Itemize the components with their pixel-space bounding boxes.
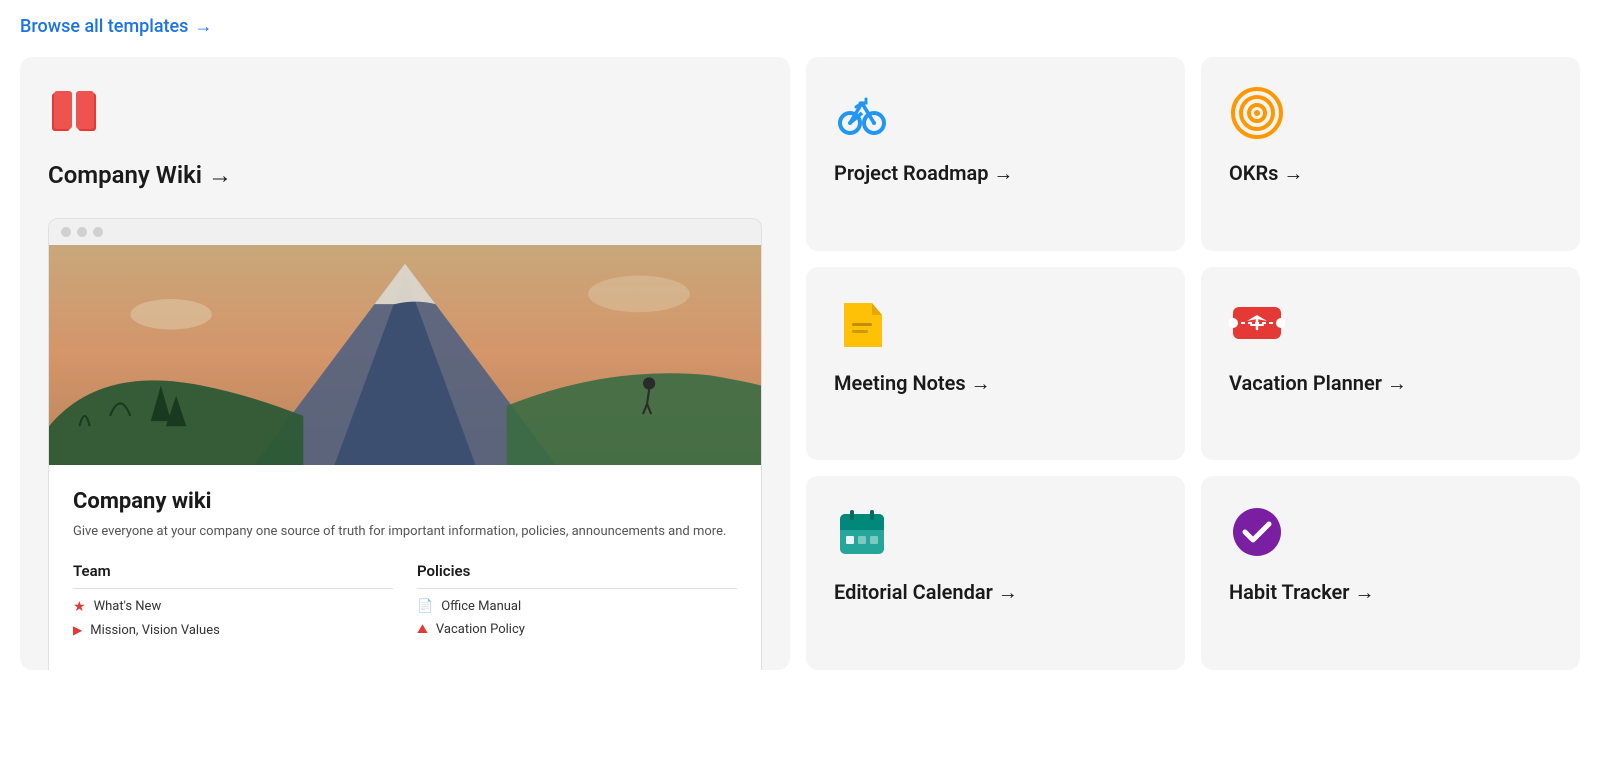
editorial-calendar-title: Editorial Calendar → (834, 580, 1157, 605)
check-circle-icon (1229, 504, 1285, 560)
habit-tracker-title: Habit Tracker → (1229, 580, 1552, 605)
plane-icon (1229, 295, 1285, 351)
dot-yellow (77, 227, 87, 237)
browser-preview: Company wiki Give everyone at your compa… (48, 218, 762, 670)
vacation-policy-item: ⛰ Vacation Policy (417, 622, 737, 637)
browse-all-templates-link[interactable]: Browse all templates → (20, 16, 212, 37)
notes-icon (834, 295, 890, 351)
office-manual-item: 📄 Office Manual (417, 599, 737, 614)
meeting-notes-card[interactable]: Meeting Notes → (806, 267, 1185, 461)
editorial-calendar-card[interactable]: Editorial Calendar → (806, 476, 1185, 670)
mission-text: Mission, Vision Values (90, 623, 220, 638)
vacation-planner-card[interactable]: Vacation Planner → (1201, 267, 1580, 461)
preview-doc-title: Company wiki (73, 489, 737, 514)
whats-new-item: ★ What's New (73, 599, 393, 615)
team-column: Team ★ What's New ▶ Mission, Vision Valu… (73, 562, 393, 646)
mountain-icon: ⛰ (417, 622, 428, 637)
bike-icon (834, 85, 890, 141)
preview-columns: Team ★ What's New ▶ Mission, Vision Valu… (73, 562, 737, 646)
okrs-title: OKRs → (1229, 161, 1552, 186)
mission-item: ▶ Mission, Vision Values (73, 623, 393, 638)
target-icon (1229, 85, 1285, 141)
policies-col-title: Policies (417, 562, 737, 589)
templates-grid: Company Wiki → (20, 57, 1580, 670)
preview-content: Company wiki Give everyone at your compa… (49, 465, 761, 670)
calendar-icon (834, 504, 890, 560)
office-manual-text: Office Manual (441, 599, 521, 614)
policies-column: Policies 📄 Office Manual ⛰ Vacation Poli… (417, 562, 737, 646)
document-icon: 📄 (417, 599, 433, 614)
meeting-notes-title: Meeting Notes → (834, 371, 1157, 396)
browser-bar (49, 219, 761, 245)
team-col-title: Team (73, 562, 393, 589)
dot-green (93, 227, 103, 237)
vacation-planner-title: Vacation Planner → (1229, 371, 1552, 396)
dot-red (61, 227, 71, 237)
preview-mountain-image (49, 245, 761, 465)
habit-tracker-card[interactable]: Habit Tracker → (1201, 476, 1580, 670)
play-icon: ▶ (73, 623, 82, 637)
vacation-policy-text: Vacation Policy (436, 622, 525, 637)
browse-link-text: Browse all templates (20, 16, 188, 37)
project-roadmap-card[interactable]: Project Roadmap → (806, 57, 1185, 251)
company-wiki-card[interactable]: Company Wiki → (20, 57, 790, 670)
whats-new-text: What's New (94, 599, 162, 614)
star-icon: ★ (73, 599, 86, 615)
company-wiki-title: Company Wiki → (48, 161, 762, 190)
project-roadmap-title: Project Roadmap → (834, 161, 1157, 186)
browse-link-arrow: → (194, 16, 212, 37)
okrs-card[interactable]: OKRs → (1201, 57, 1580, 251)
book-icon (48, 85, 104, 141)
preview-doc-desc: Give everyone at your company one source… (73, 522, 737, 542)
